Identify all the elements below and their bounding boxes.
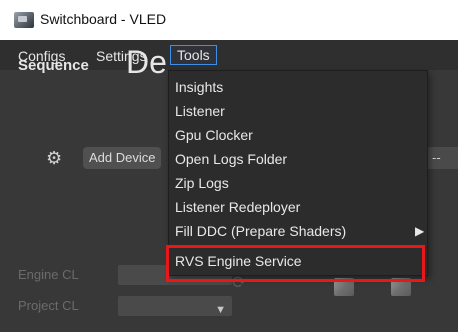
menu-item-fill-ddc[interactable]: Fill DDC (Prepare Shaders) ▶ — [175, 219, 425, 243]
menu-item-label: Zip Logs — [175, 175, 229, 191]
menu-item-insights[interactable]: Insights — [175, 75, 223, 99]
add-device-button[interactable]: Add Device — [83, 147, 162, 169]
menu-item-label: Gpu Clocker — [175, 127, 253, 143]
sequence-label: Sequence — [18, 57, 89, 74]
title-bar: Switchboard - VLED — [0, 0, 458, 40]
chevron-right-icon: ▶ — [415, 224, 425, 238]
menu-item-label: Open Logs Folder — [175, 151, 288, 167]
gear-icon[interactable]: ⚙ — [46, 149, 64, 167]
menu-item-gpu-clocker[interactable]: Gpu Clocker — [175, 123, 253, 147]
menu-item-listener-redeployer[interactable]: Listener Redeployer — [175, 195, 300, 219]
window-title: Switchboard - VLED — [40, 11, 167, 27]
chevron-down-icon: ▼ — [215, 304, 226, 316]
app-icon — [14, 12, 34, 28]
highlight-annotation — [166, 245, 425, 282]
sequence-value: De — [126, 44, 167, 80]
menu-item-label: Listener — [175, 103, 225, 119]
menu-item-label: Fill DDC (Prepare Shaders) — [175, 223, 347, 239]
menu-item-zip-logs[interactable]: Zip Logs — [175, 171, 229, 195]
menu-item-label: Listener Redeployer — [175, 199, 301, 215]
engine-cl-label: Engine CL — [18, 267, 79, 282]
project-cl-combo[interactable]: ▼ — [118, 296, 232, 316]
menu-tools[interactable]: Tools — [170, 45, 217, 65]
menu-item-listener[interactable]: Listener — [175, 99, 225, 123]
project-cl-label: Project CL — [18, 298, 79, 313]
menu-item-label: Insights — [175, 79, 224, 95]
menu-item-open-logs-folder[interactable]: Open Logs Folder — [175, 147, 287, 171]
